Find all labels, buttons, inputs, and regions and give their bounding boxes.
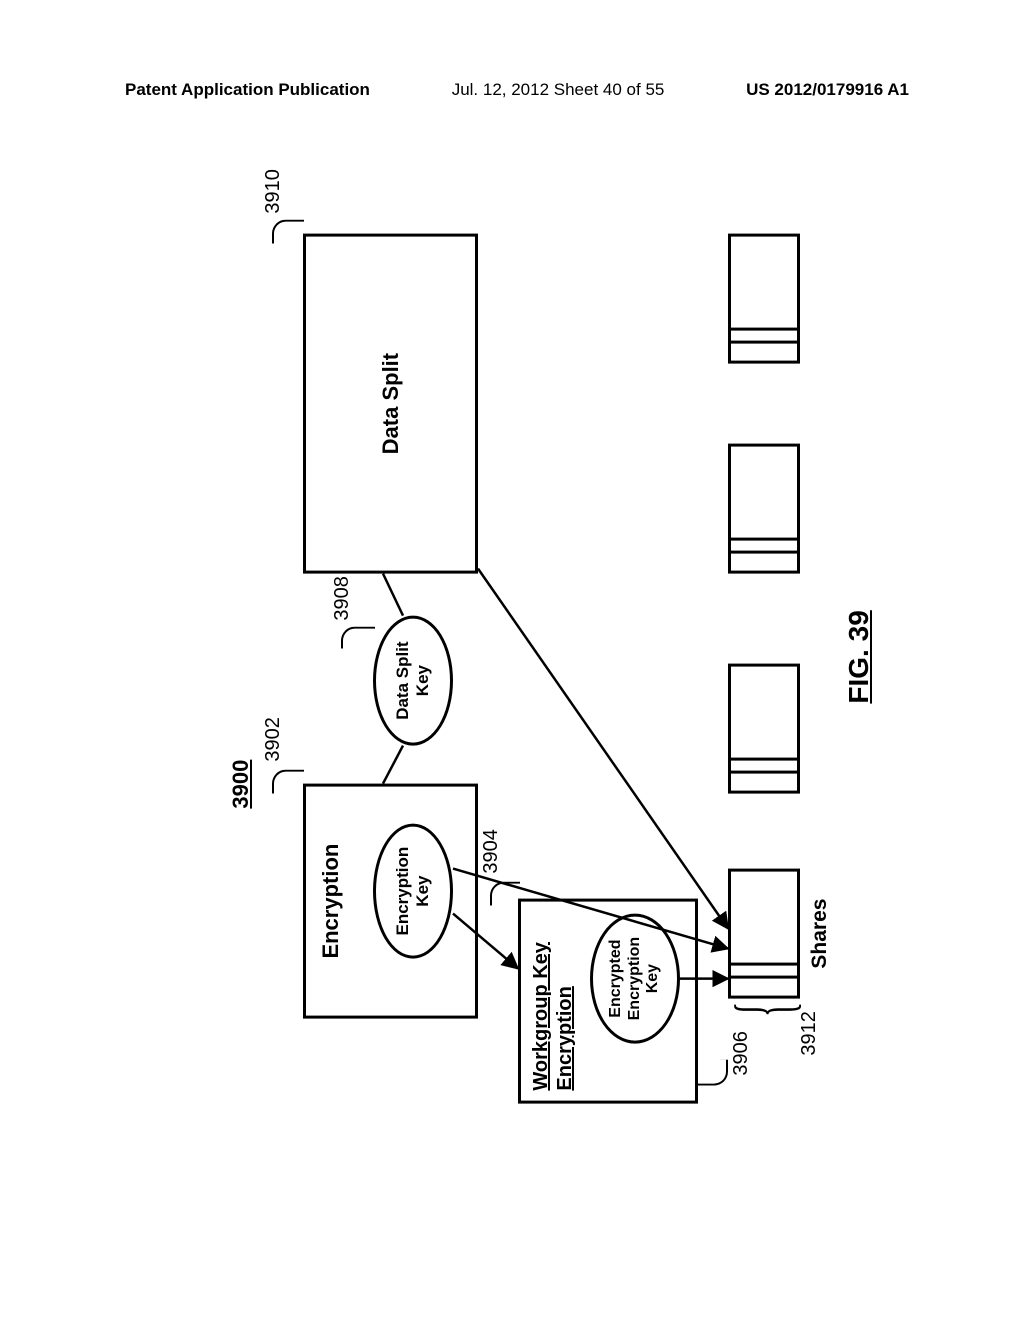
ref-3906: 3906 <box>730 1031 753 1076</box>
leader-3910 <box>272 220 304 244</box>
figure-diagram: 3900 Encryption 3902 Encryption Key Work… <box>228 204 868 1104</box>
shares-label: Shares <box>808 899 832 969</box>
figure-caption: FIG. 39 <box>843 610 875 703</box>
ref-3904: 3904 <box>480 829 503 874</box>
header-right: US 2012/0179916 A1 <box>746 80 909 100</box>
encrypted-key-ellipse: Encrypted Encryption Key <box>590 914 680 1044</box>
leader-3902 <box>272 770 304 794</box>
ref-3902: 3902 <box>262 717 285 762</box>
page-header: Patent Application Publication Jul. 12, … <box>0 80 1024 100</box>
leader-3904 <box>490 882 520 906</box>
header-left: Patent Application Publication <box>125 80 370 100</box>
leader-3908 <box>341 627 375 649</box>
encryption-key-ellipse: Encryption Key <box>373 824 453 959</box>
figure-refnum: 3900 <box>228 760 254 809</box>
brace-icon: { <box>724 1002 804 1017</box>
datasplit-key-ellipse: Data Split Key <box>373 616 453 746</box>
share-3 <box>728 444 800 574</box>
datasplit-box: Data Split <box>303 234 478 574</box>
ref-3910: 3910 <box>262 169 285 214</box>
header-mid: Jul. 12, 2012 Sheet 40 of 55 <box>452 80 665 100</box>
ref-3908: 3908 <box>331 576 354 621</box>
datasplit-title: Data Split <box>378 237 404 571</box>
encryption-title: Encryption <box>318 787 344 1016</box>
share-4 <box>728 234 800 364</box>
leader-3906 <box>698 1060 728 1086</box>
ref-3912: 3912 <box>798 1011 821 1056</box>
share-1 <box>728 869 800 999</box>
share-2 <box>728 664 800 794</box>
workgroup-title: Workgroup Key Encryption <box>529 912 577 1091</box>
